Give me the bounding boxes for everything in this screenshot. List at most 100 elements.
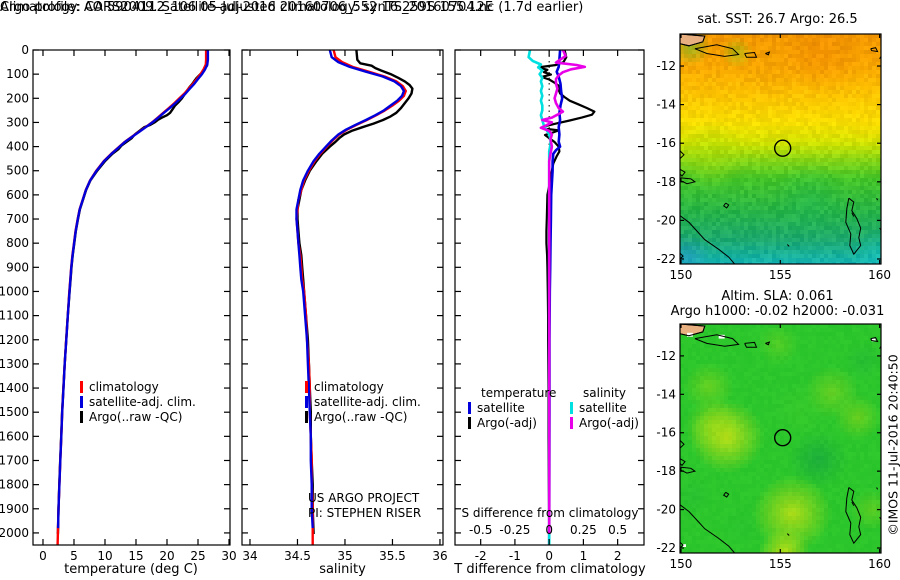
legend-item-s-argo: Argo(-adj) xyxy=(570,416,639,431)
tick-label: 1600 xyxy=(0,429,29,443)
series-satellite-adj-clim xyxy=(56,50,210,529)
imos-watermark: ©IMOS 11-Jul-2016 20:40:50 xyxy=(885,354,900,536)
tick-label: 1200 xyxy=(0,333,29,347)
tick-label: -14 xyxy=(656,387,676,401)
tick-label: -14 xyxy=(656,98,676,112)
legend-label: Argo(..raw -QC) xyxy=(89,410,183,424)
legend-label: satellite-adj. clim. xyxy=(314,395,421,409)
tick-label: 0 xyxy=(39,549,47,563)
tick-label: -16 xyxy=(656,426,676,440)
legend-item-argo: Argo(..raw -QC) xyxy=(305,410,421,425)
legend-label: climatology xyxy=(314,380,384,394)
legend-label: Argo(-adj) xyxy=(477,416,537,430)
tick-label: 0.25 xyxy=(570,523,597,537)
axis-ticks xyxy=(242,49,443,545)
legend-label: satellite xyxy=(579,401,627,415)
axes-box xyxy=(32,49,231,546)
legend-label: satellite xyxy=(477,401,525,415)
tick-label: -2 xyxy=(475,549,487,563)
legend-item-s-satellite: satellite xyxy=(570,401,639,416)
series-argo xyxy=(296,50,414,535)
tick-label: 2 xyxy=(614,549,622,563)
tick-label: -0.25 xyxy=(499,523,530,537)
project-line1: US ARGO PROJECT xyxy=(308,491,420,505)
legend-marker-t-argo xyxy=(468,417,471,429)
legend-marker-climatology xyxy=(305,381,308,393)
legend-header-salinity: salinity xyxy=(583,386,627,400)
sla-map-cells xyxy=(680,324,881,553)
legend-item-satellite-adj: satellite-adj. clim. xyxy=(305,395,421,410)
legend-item-climatology: climatology xyxy=(80,380,196,395)
tick-label: 35.5 xyxy=(379,549,406,563)
t-difference-axis-label: T difference from climatology xyxy=(454,562,646,577)
tick-label: 300 xyxy=(6,115,29,129)
tick-label: 5 xyxy=(70,549,78,563)
legend-temperature-panel: climatology satellite-adj. clim. Argo(..… xyxy=(80,380,196,425)
panel-salinity-profile: 34 34.5 35 35.5 36 xyxy=(241,49,448,563)
tick-label: 1500 xyxy=(0,405,29,419)
tick-label: 0 xyxy=(545,549,553,563)
tick-label: 600 xyxy=(6,188,29,202)
sla-map-title-line1: Altim. SLA: 0.061 xyxy=(721,289,834,304)
tick-label: 10 xyxy=(97,549,112,563)
tick-label: 1300 xyxy=(0,357,29,371)
series-T-argo-minus-clim xyxy=(537,50,596,535)
legend-item-t-argo: Argo(-adj) xyxy=(468,416,556,431)
salinity-axis-label: salinity xyxy=(319,562,366,577)
tick-label: -20 xyxy=(656,503,676,517)
tick-label: 200 xyxy=(6,91,29,105)
tick-label: 1700 xyxy=(0,453,29,467)
tick-label: 34 xyxy=(242,549,257,563)
tick-label: 1800 xyxy=(0,478,29,492)
panel-sla-map: 150 155 160 -12 -14 -16 -18 -20 -22 xyxy=(656,323,891,571)
tick-label: 1400 xyxy=(0,381,29,395)
legend-header-temperature: temperature xyxy=(481,386,557,400)
tick-label: 900 xyxy=(6,260,29,274)
legend-label: Argo(..raw -QC) xyxy=(314,410,408,424)
legend-marker-s-argo xyxy=(570,417,573,429)
tick-label: 20 xyxy=(159,549,174,563)
tick-label: 700 xyxy=(6,212,29,226)
tick-label: 0 xyxy=(545,523,553,537)
tick-label: 36 xyxy=(432,549,447,563)
tick-label: -0.5 xyxy=(469,523,492,537)
tick-label: 0.5 xyxy=(608,523,627,537)
legend-item-satellite-adj: satellite-adj. clim. xyxy=(80,395,196,410)
tick-label: 15 xyxy=(128,549,143,563)
legend-difference-temperature: temperature satellite Argo(-adj) xyxy=(468,386,556,431)
tick-label: 150 xyxy=(670,268,693,282)
panel-temperature-profile: 0 5 10 15 20 25 300100200300400500600700800900… xyxy=(0,43,237,563)
legend-item-climatology: climatology xyxy=(305,380,421,395)
legend-marker-argo xyxy=(80,411,83,423)
tick-label: 155 xyxy=(769,557,792,571)
legend-marker-satellite-adj xyxy=(305,396,308,408)
tick-label: 500 xyxy=(6,164,29,178)
argo-profile-figure: 0 5 10 15 20 25 30 0 100 200 300 400 500 600 700 800 900… xyxy=(0,0,900,580)
tick-label: 400 xyxy=(6,140,29,154)
legend-marker-t-satellite xyxy=(468,402,471,414)
tick-label: -16 xyxy=(656,136,676,150)
tick-label: 150 xyxy=(670,557,693,571)
sst-map-title: sat. SST: 26.7 Argo: 26.5 xyxy=(697,12,858,27)
legend-difference-salinity: salinity satellite Argo(-adj) xyxy=(570,386,639,431)
tick-label: 2000 xyxy=(0,526,29,540)
legend-marker-satellite-adj xyxy=(80,396,83,408)
legend-label: Argo(-adj) xyxy=(579,416,639,430)
project-line2: PI: STEPHEN RISER xyxy=(308,506,422,520)
project-annotation: US ARGO PROJECT PI: STEPHEN RISER xyxy=(308,491,421,521)
tick-label: 160 xyxy=(868,268,891,282)
series-argo xyxy=(56,50,209,535)
tick-label: 160 xyxy=(868,557,891,571)
legend-label: satellite-adj. clim. xyxy=(89,395,196,409)
legend-marker-argo xyxy=(305,411,308,423)
series-climatology xyxy=(295,50,407,545)
tick-label: -12 xyxy=(656,349,676,363)
panel-sst-map: 150 155 160 -12 -14 -16 -18 -20 -22 xyxy=(656,33,891,282)
tick-label: 1 xyxy=(580,549,588,563)
tick-label: 800 xyxy=(6,236,29,250)
temperature-axis-label: temperature (deg C) xyxy=(64,562,198,577)
legend-marker-climatology xyxy=(80,381,83,393)
tick-label: 100 xyxy=(6,67,29,81)
tick-label: -22 xyxy=(656,252,676,266)
tick-label: 155 xyxy=(769,268,792,282)
